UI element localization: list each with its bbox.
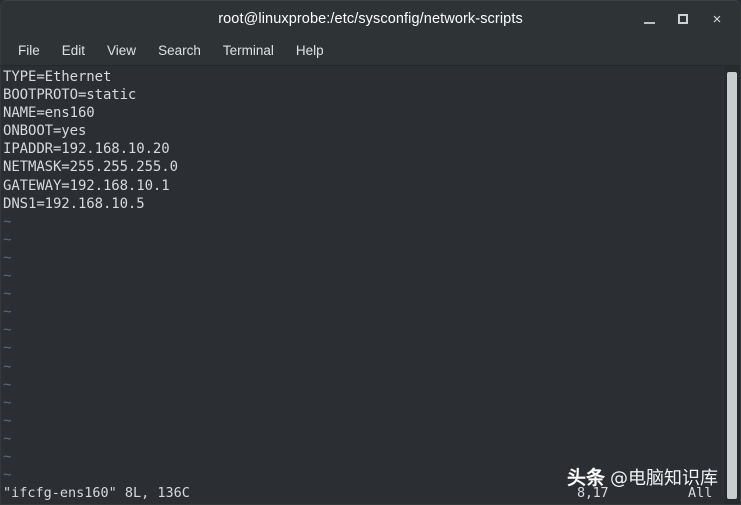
status-scroll-scope: All [688, 485, 713, 501]
empty-line-marker: ~ [3, 213, 12, 230]
empty-line-marker: ~ [3, 286, 12, 303]
menu-item-file[interactable]: File [7, 40, 51, 62]
file-line: TYPE=Ethernet [3, 69, 112, 85]
empty-line-markers: ~~~~~~~~~~~~~~~~ [3, 213, 723, 503]
empty-line-marker: ~ [3, 412, 12, 429]
minimize-icon [643, 21, 655, 24]
window-controls: × [632, 1, 734, 37]
empty-line-marker: ~ [3, 394, 12, 411]
empty-line-marker: ~ [3, 430, 12, 447]
close-button[interactable]: × [700, 4, 734, 34]
menu-item-view[interactable]: View [96, 40, 147, 62]
empty-line-marker: ~ [3, 231, 12, 248]
status-file-info: "ifcfg-ens160" 8L, 136C [3, 485, 190, 501]
minimize-button[interactable] [632, 4, 666, 34]
vim-status-line: "ifcfg-ens160" 8L, 136C 8,17 All [1, 483, 723, 504]
empty-line-marker: ~ [3, 340, 12, 357]
file-line: NETMASK=255.255.255.0 [3, 159, 178, 176]
window-title: root@linuxprobe:/etc/sysconfig/network-s… [218, 11, 523, 27]
empty-line-marker: ~ [3, 467, 12, 484]
empty-line-marker: ~ [3, 304, 12, 321]
maximize-button[interactable] [666, 4, 700, 34]
menu-item-help[interactable]: Help [285, 40, 335, 62]
file-content: TYPE=Ethernet BOOTPROTO=static NAME=ens160… [3, 68, 723, 213]
file-line: ONBOOT=yes [3, 123, 87, 140]
menu-item-edit[interactable]: Edit [51, 40, 96, 62]
menu-item-terminal[interactable]: Terminal [212, 40, 285, 62]
maximize-icon [678, 14, 688, 24]
vim-editor-area[interactable]: TYPE=Ethernet BOOTPROTO=static NAME=ens160… [1, 66, 723, 504]
file-line: BOOTPROTO=static [3, 87, 137, 104]
menu-item-search[interactable]: Search [147, 40, 212, 62]
empty-line-marker: ~ [3, 358, 12, 375]
file-line: DNS1=192.168.10.5 [3, 195, 145, 212]
file-line: IPADDR=192.168.10.20 [3, 141, 170, 158]
status-cursor-position: 8,17 [577, 485, 609, 501]
terminal-body: TYPE=Ethernet BOOTPROTO=static NAME=ens160… [0, 66, 741, 505]
file-line: GATEWAY=192.168.10.1 [3, 177, 170, 194]
empty-line-marker: ~ [3, 322, 12, 339]
window-titlebar[interactable]: root@linuxprobe:/etc/sysconfig/network-s… [0, 0, 741, 37]
empty-line-marker: ~ [3, 448, 12, 465]
file-line: NAME=ens160 [3, 105, 95, 122]
terminal-scrollbar[interactable] [723, 66, 740, 504]
close-icon: × [712, 10, 722, 28]
empty-line-marker: ~ [3, 268, 12, 285]
scrollbar-thumb[interactable] [727, 72, 737, 499]
menu-bar: File Edit View Search Terminal Help [0, 37, 741, 66]
terminal-window: root@linuxprobe:/etc/sysconfig/network-s… [0, 0, 741, 505]
empty-line-marker: ~ [3, 249, 12, 266]
empty-line-marker: ~ [3, 376, 12, 393]
